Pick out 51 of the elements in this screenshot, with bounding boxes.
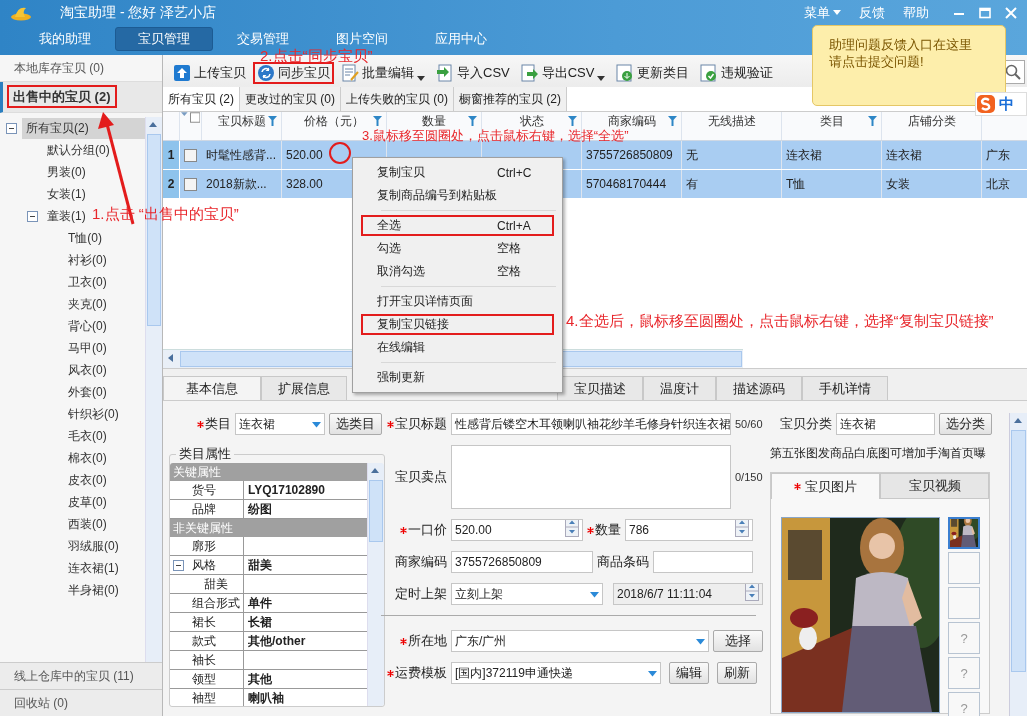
property-name: 袖型 [192, 689, 216, 706]
field-label: 宝贝卖点 [394, 468, 447, 486]
property-name: 货号 [192, 481, 216, 499]
character-count: 0/150 [735, 471, 763, 483]
price-cell: 520.00 [286, 148, 323, 162]
property-name: 款式 [192, 632, 216, 650]
property-name: 领型 [192, 670, 216, 688]
annotation-text: 3.鼠标移至圆圈处，点击鼠标右键，选择“全选” [362, 129, 629, 142]
field-label: 商品条码 [597, 553, 649, 571]
sidebar-item-label: 本地库存宝贝 (0) [13, 60, 105, 77]
field-label: 运费模板 [385, 664, 447, 682]
property-group-header: 关键属性 [170, 463, 367, 481]
field-label: 商家编码 [394, 553, 447, 571]
window-title: 淘宝助理 - 您好 泽艺小店 [60, 3, 217, 22]
code-cell: 570468170444 [586, 177, 667, 191]
title-cell: 时髦性感背... [206, 146, 276, 164]
shop-category-cell: 女装 [886, 175, 910, 193]
property-name: 风格 [192, 556, 216, 574]
table-cell: 北京 [986, 175, 1010, 193]
price-cell: 328.00 [286, 177, 323, 191]
shop-category-cell: 连衣裙 [886, 146, 922, 164]
field-label: 类目 [169, 415, 231, 433]
row-number: 1 [163, 141, 180, 169]
group-title: 类目属性 [178, 446, 232, 463]
row-number: 2 [163, 170, 180, 198]
sidebar-item-label: 出售中的宝贝 (2) [7, 85, 117, 108]
table-cell: 广东 [986, 146, 1010, 164]
field-label: 数量 [587, 521, 621, 539]
tooltip-text: 助理问题反馈入口在这里 [829, 36, 973, 53]
wireless-cell: 无 [686, 146, 698, 164]
notice-text: 第五张图发商品白底图可增加手淘首页曝 [770, 445, 987, 462]
property-name: 裙长 [192, 613, 216, 631]
property-name: 组合形式 [192, 594, 240, 612]
field-label: 宝贝标题 [385, 415, 447, 433]
code-cell: 3755726850809 [586, 148, 673, 162]
field-label: 所在地 [385, 632, 447, 650]
category-cell: T恤 [786, 175, 806, 193]
wireless-cell: 有 [686, 175, 698, 193]
field-label: 定时上架 [394, 585, 447, 603]
property-name: 袖长 [192, 651, 216, 669]
character-count: 50/60 [735, 418, 763, 430]
field-label: 宝贝分类 [779, 415, 832, 433]
property-name: 廓形 [192, 537, 216, 555]
property-name: 品牌 [192, 500, 216, 518]
title-cell: 2018新款... [206, 175, 267, 193]
category-cell: 连衣裙 [786, 146, 822, 164]
property-name: 甜美 [204, 575, 228, 593]
field-label: 一口价 [385, 521, 447, 539]
annotation-text: 4.全选后，鼠标移至圆圈处，点击鼠标右键，选择“复制宝贝链接” [566, 312, 995, 330]
property-group-header: 非关键属性 [170, 519, 367, 537]
tooltip-text: 请点击提交问题! [829, 53, 925, 70]
